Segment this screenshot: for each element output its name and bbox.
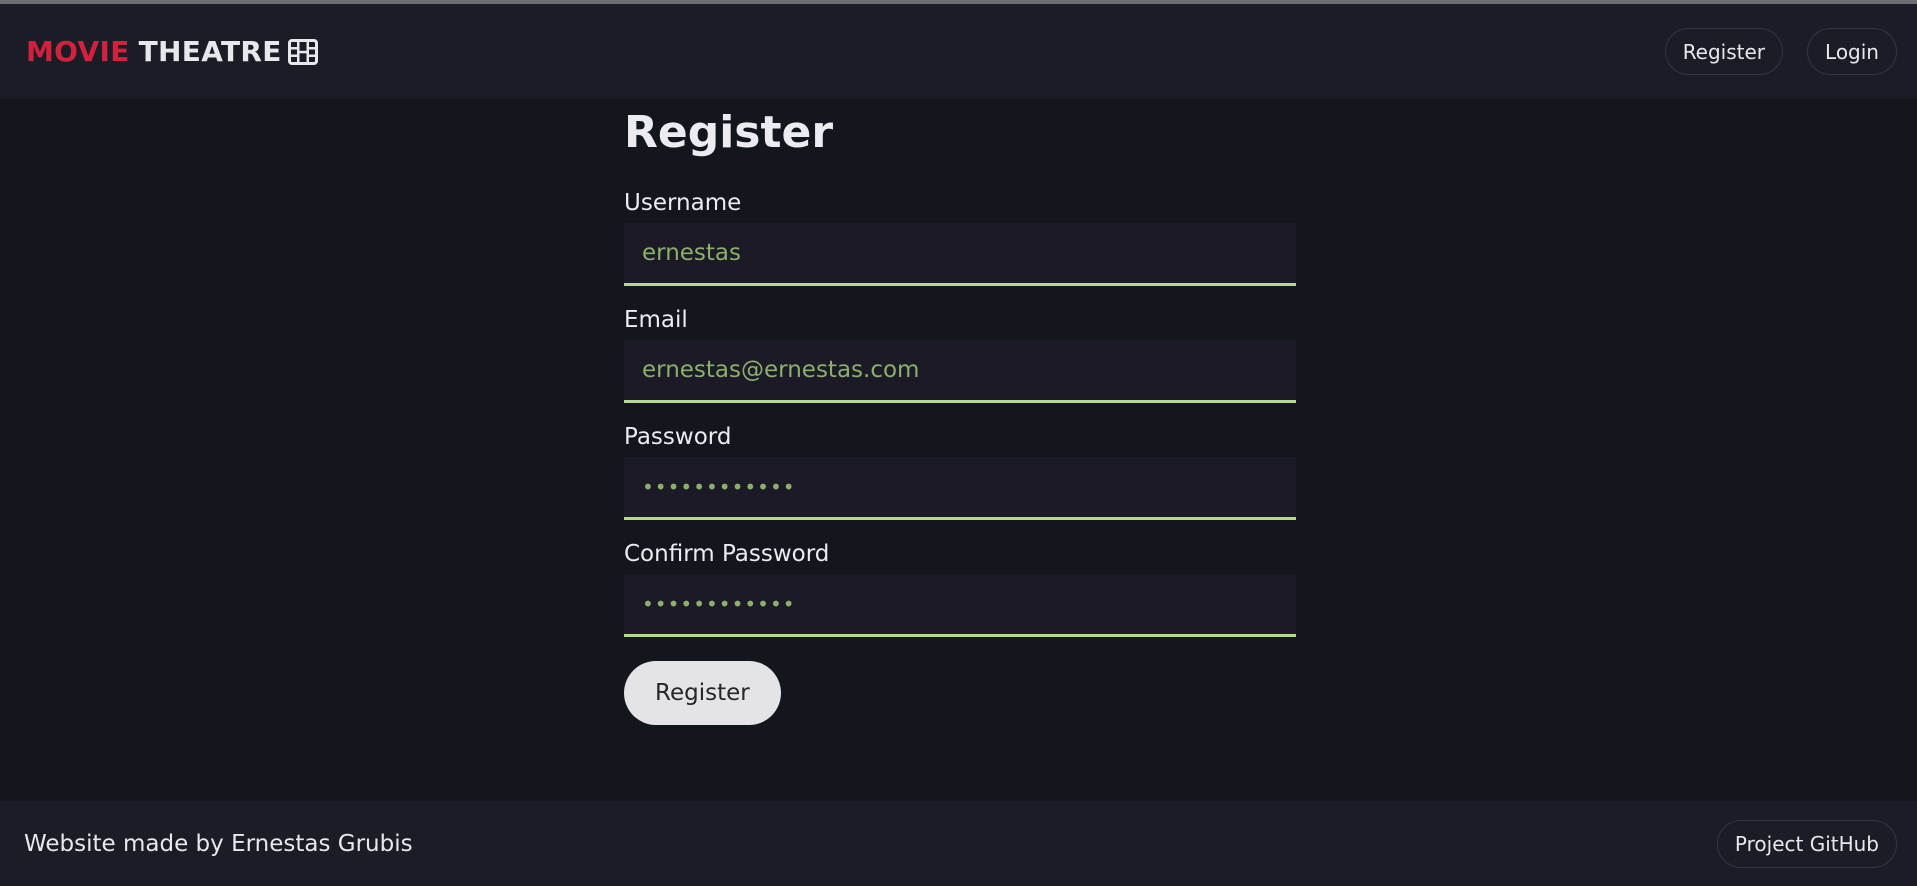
confirm-password-input[interactable]: ••••••••••••: [624, 574, 1296, 637]
brand-word-movie: MOVIE: [26, 35, 130, 68]
password-input[interactable]: ••••••••••••: [624, 457, 1296, 520]
confirm-password-label: Confirm Password: [624, 541, 830, 567]
brand-logo[interactable]: MOVIE THEATRE: [26, 35, 318, 68]
email-input[interactable]: ernestas@ernestas.com: [624, 340, 1296, 403]
navbar: MOVIE THEATRE Register Login: [0, 4, 1917, 99]
footer-credit: Website made by Ernestas Grubis: [24, 830, 413, 857]
username-field-group: Username ernestas: [624, 189, 1296, 286]
footer: Website made by Ernestas Grubis Project …: [0, 801, 1917, 886]
nav-actions: Register Login: [1664, 28, 1897, 75]
register-form: Register Username ernestas Email ernesta…: [624, 99, 1296, 725]
username-input[interactable]: ernestas: [624, 223, 1296, 286]
nav-register-button[interactable]: Register: [1664, 28, 1784, 75]
nav-login-button[interactable]: Login: [1807, 28, 1897, 75]
username-label: Username: [624, 190, 742, 216]
page-title: Register: [624, 107, 834, 158]
project-github-button[interactable]: Project GitHub: [1716, 819, 1897, 868]
password-label: Password: [624, 424, 732, 450]
email-field-group: Email ernestas@ernestas.com: [624, 306, 1296, 403]
password-field-group: Password ••••••••••••: [624, 423, 1296, 520]
film-icon: [287, 38, 318, 65]
confirm-password-field-group: Confirm Password ••••••••••••: [624, 540, 1296, 637]
register-submit-button[interactable]: Register: [624, 661, 781, 725]
brand-word-theatre: THEATRE: [138, 35, 282, 68]
email-label: Email: [624, 307, 688, 333]
